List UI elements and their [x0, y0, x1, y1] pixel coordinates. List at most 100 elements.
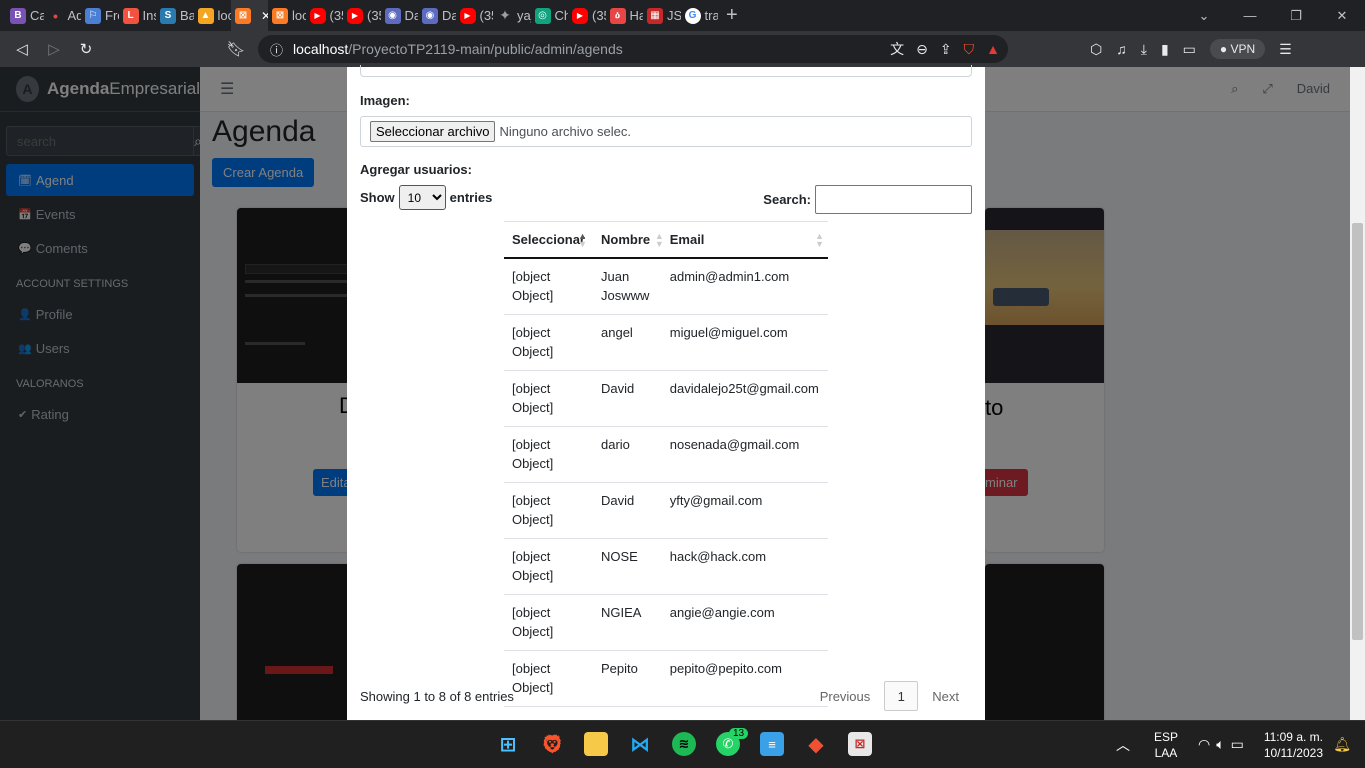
close-tab-icon[interactable]: ✕ — [261, 9, 268, 23]
youtube-icon: ▶ — [459, 7, 476, 24]
browser-tab[interactable]: ▶(35) — [568, 0, 606, 31]
browser-tab[interactable]: ⊠ ✕ — [231, 0, 268, 31]
scrollbar-thumb[interactable] — [1352, 223, 1363, 640]
browser-tab[interactable]: ▶(35) — [456, 0, 493, 31]
battery-icon[interactable]: ▭ — [1231, 736, 1244, 753]
wallet-icon[interactable]: ▭ — [1183, 41, 1196, 58]
spotify-icon[interactable]: ≋ — [672, 732, 696, 756]
browser-tab[interactable]: ⚐ Free — [81, 0, 119, 31]
table-row[interactable]: [object Object] NGIEA angie@angie.com — [504, 594, 828, 651]
table-info: Showing 1 to 8 of 8 entries — [360, 689, 514, 704]
media-icon[interactable]: ♫ — [1116, 41, 1127, 57]
cell-seleccionar: [object Object] — [504, 538, 593, 595]
brave-rewards-icon[interactable]: ▲ — [986, 41, 1000, 57]
choose-file-button[interactable]: Seleccionar archivo — [370, 121, 496, 142]
restore-button[interactable]: ❐ — [1273, 8, 1319, 24]
wifi-icon[interactable]: ◠ — [1198, 736, 1210, 753]
browser-tab[interactable]: ◎Cha — [531, 0, 568, 31]
browser-tab[interactable]: B Card — [6, 0, 44, 31]
browser-tab[interactable]: ⊠ local — [268, 0, 306, 31]
cell-seleccionar: [object Object] — [504, 594, 593, 651]
tab-title: Hac — [629, 8, 644, 23]
table-row[interactable]: [object Object] Juan Joswww admin@admin1.c… — [504, 257, 828, 315]
chevron-up-icon[interactable]: ︿ — [1116, 735, 1130, 755]
notification-bell-icon[interactable]: 🔔︎ — [1333, 736, 1351, 753]
sidebar-toggle-icon[interactable]: ▮ — [1161, 41, 1169, 58]
browser-tab[interactable]: S Basic — [156, 0, 194, 31]
tab-search-icon[interactable]: ⌄ — [1181, 8, 1227, 24]
browser-tab[interactable]: Gtrad — [681, 0, 718, 31]
image-file-input[interactable]: Seleccionar archivo Ninguno archivo sele… — [360, 116, 972, 147]
previous-button[interactable]: Previous — [820, 689, 871, 704]
table-row[interactable]: [object Object] Pepito pepito@pepito.com — [504, 650, 828, 707]
browser-tab[interactable]: ▶(35) — [343, 0, 381, 31]
chatgpt-icon: ◎ — [534, 7, 551, 24]
image-label: Imagen: — [360, 93, 410, 108]
download-icon[interactable]: ⤓ — [1141, 41, 1147, 58]
xampp-taskbar-icon[interactable]: ⊠ — [848, 732, 872, 756]
tab-title: local — [217, 8, 232, 23]
page-1-button[interactable]: 1 — [884, 681, 919, 711]
browser-tab[interactable]: ▲local — [194, 0, 232, 31]
notepad-icon[interactable]: ≡ — [760, 732, 784, 756]
git-icon[interactable]: ◆ — [804, 732, 828, 756]
column-header-email[interactable]: Email ▲ ▼ — [661, 221, 828, 259]
entries-length-select[interactable]: 10 — [398, 185, 446, 210]
table-row[interactable]: [object Object] dario nosenada@gmail.com — [504, 426, 828, 483]
brave-shield-icon[interactable]: ⛉ — [964, 41, 975, 58]
share-icon[interactable]: ⇪ — [940, 41, 952, 58]
zoom-icon[interactable]: ⊖ — [916, 41, 928, 58]
table-row[interactable]: [object Object] David yfty@gmail.com — [504, 482, 828, 539]
tab-title: (35) — [367, 8, 381, 23]
browser-toolbar: ◁ ▷ ↻ 🔖︎ ⓘ localhost/ProyectoTP2119-main… — [0, 31, 1365, 67]
file-explorer-icon[interactable] — [584, 732, 608, 756]
column-header-nombre[interactable]: Nombre ▲ ▼ — [593, 221, 664, 259]
column-header-seleccionar[interactable]: Seleccionar ▲ ▼ — [504, 221, 593, 259]
flag-icon: ⚐ — [85, 7, 101, 24]
back-icon[interactable]: ◁ — [6, 40, 38, 58]
new-tab-button[interactable]: + — [726, 4, 738, 27]
table-row[interactable]: [object Object] David davidalejo25t@gmail.… — [504, 370, 828, 427]
xampp-icon: ⊠ — [272, 7, 288, 24]
browser-tab[interactable]: ▶(35) — [306, 0, 343, 31]
minimize-button[interactable]: — — [1227, 8, 1273, 23]
clock[interactable]: 11:09 a. m. 10/11/2023 — [1264, 729, 1323, 761]
browser-tab[interactable]: LInsta — [119, 0, 156, 31]
language-indicator[interactable]: ESP LAA — [1154, 729, 1178, 761]
table-search-input[interactable] — [815, 185, 972, 214]
table-search-label: Search: — [763, 192, 811, 207]
forward-icon[interactable]: ▷ — [38, 40, 70, 58]
browser-tab[interactable]: ◉Data — [418, 0, 456, 31]
cell-seleccionar: [object Object] — [504, 257, 593, 315]
browser-tab[interactable]: ዕHac — [606, 0, 644, 31]
bookmark-icon[interactable]: 🔖︎ — [220, 40, 252, 58]
vpn-button[interactable]: ● VPN — [1209, 39, 1266, 59]
vscode-icon[interactable]: ⋈ — [628, 732, 652, 756]
table-row[interactable]: [object Object] angel miguel@miguel.com — [504, 314, 828, 371]
pagination: Previous 1 Next — [820, 681, 959, 711]
browser-tab[interactable]: • Adm — [44, 0, 81, 31]
table-row[interactable]: [object Object] NOSE hack@hack.com — [504, 538, 828, 595]
users-table: Seleccionar ▲ ▼ Nombre ▲ ▼ Email ▲ ▼ [object O… — [504, 221, 828, 707]
browser-tab[interactable]: ◉Data — [381, 0, 418, 31]
description-textarea[interactable] — [360, 65, 972, 77]
browser-tab[interactable]: ✦ yajra — [493, 0, 531, 31]
cell-seleccionar: [object Object] — [504, 426, 593, 483]
extensions-icon[interactable]: ⬡ — [1090, 41, 1102, 58]
volume-icon[interactable]: 🔈︎ — [1216, 736, 1224, 753]
translate-icon[interactable]: 文 — [890, 39, 904, 59]
site-info-icon[interactable]: ⓘ — [270, 40, 283, 59]
brave-taskbar-icon[interactable]: 🦁︎ — [540, 732, 564, 756]
page-scrollbar[interactable] — [1350, 67, 1365, 720]
cell-nombre: NOSE — [593, 538, 662, 595]
dot-icon: • — [53, 7, 58, 24]
tab-title: yajra — [517, 8, 531, 23]
json-icon: ▦ — [647, 7, 663, 24]
menu-icon[interactable]: ☰ — [1279, 41, 1292, 58]
close-window-button[interactable]: ✕ — [1319, 8, 1365, 24]
next-button[interactable]: Next — [932, 689, 959, 704]
windows-start-icon[interactable]: ⊞ — [496, 732, 520, 756]
reload-icon[interactable]: ↻ — [70, 40, 102, 58]
address-bar[interactable]: ⓘ localhost/ProyectoTP2119-main/public/a… — [258, 35, 1008, 63]
browser-tab[interactable]: ▦ JSO — [643, 0, 681, 31]
